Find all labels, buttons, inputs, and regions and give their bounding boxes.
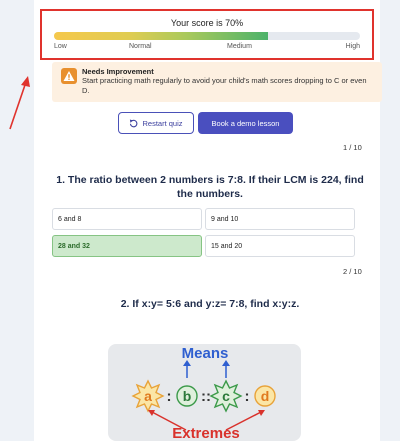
warning-icon — [61, 68, 77, 84]
term-b: b — [183, 388, 192, 404]
quiz-result-page: Your score is 70% Low Normal Medium High… — [0, 0, 400, 441]
score-meter-fill — [54, 32, 269, 40]
right-gutter — [380, 0, 400, 441]
alert-title: Needs Improvement — [82, 67, 154, 76]
term-a: a — [144, 388, 152, 404]
answer-option[interactable]: 9 and 10 — [205, 208, 355, 230]
answer-option-selected[interactable]: 28 and 32 — [52, 235, 202, 257]
ratio-separator: : — [245, 388, 250, 405]
score-meter — [54, 32, 360, 40]
restart-icon — [130, 119, 138, 127]
answer-option-label: 6 and 8 — [58, 215, 82, 223]
score-label-low: Low — [54, 43, 67, 50]
book-demo-label: Book a demo lesson — [211, 118, 280, 128]
restart-quiz-button[interactable]: Restart quiz — [118, 112, 194, 134]
improvement-alert: Needs Improvement Start practicing math … — [52, 62, 382, 102]
score-label-medium: Medium — [227, 43, 252, 50]
proportion-separator: :: — [201, 388, 211, 405]
score-scale: Low Normal Medium High — [54, 43, 360, 53]
restart-quiz-label: Restart quiz — [142, 118, 183, 128]
score-title: Your score is 70% — [170, 18, 244, 28]
term-c: c — [222, 388, 230, 404]
answer-option-label: 15 and 20 — [211, 242, 243, 250]
question-counter: 1 / 10 — [343, 143, 362, 152]
annotation-arrow-icon — [9, 76, 30, 130]
question-counter: 2 / 10 — [343, 267, 362, 276]
book-demo-button[interactable]: Book a demo lesson — [198, 112, 293, 134]
score-label-normal: Normal — [129, 43, 152, 50]
term-d: d — [261, 388, 270, 404]
score-label-high: High — [345, 43, 360, 50]
means-label: Means — [182, 345, 229, 362]
question-text: 2. If x:y= 5:6 and y:z= 7:8, find x:y:z. — [120, 298, 300, 310]
score-panel: Your score is 70% Low Normal Medium High — [40, 9, 374, 60]
answer-option[interactable]: 15 and 20 — [205, 235, 355, 257]
ratio-separator: : — [167, 388, 172, 405]
left-gutter — [0, 0, 34, 441]
answer-option[interactable]: 6 and 8 — [52, 208, 202, 230]
extremes-label: Extremes — [172, 425, 240, 441]
answer-option-label: 9 and 10 — [211, 215, 239, 223]
question-text: 1. The ratio between 2 numbers is 7:8. I… — [56, 174, 364, 200]
answer-option-label: 28 and 32 — [58, 242, 90, 250]
alert-message: Start practicing math regularly to avoid… — [82, 76, 367, 95]
means-extremes-figure: Means a : b :: c : d Extremes — [108, 344, 301, 441]
